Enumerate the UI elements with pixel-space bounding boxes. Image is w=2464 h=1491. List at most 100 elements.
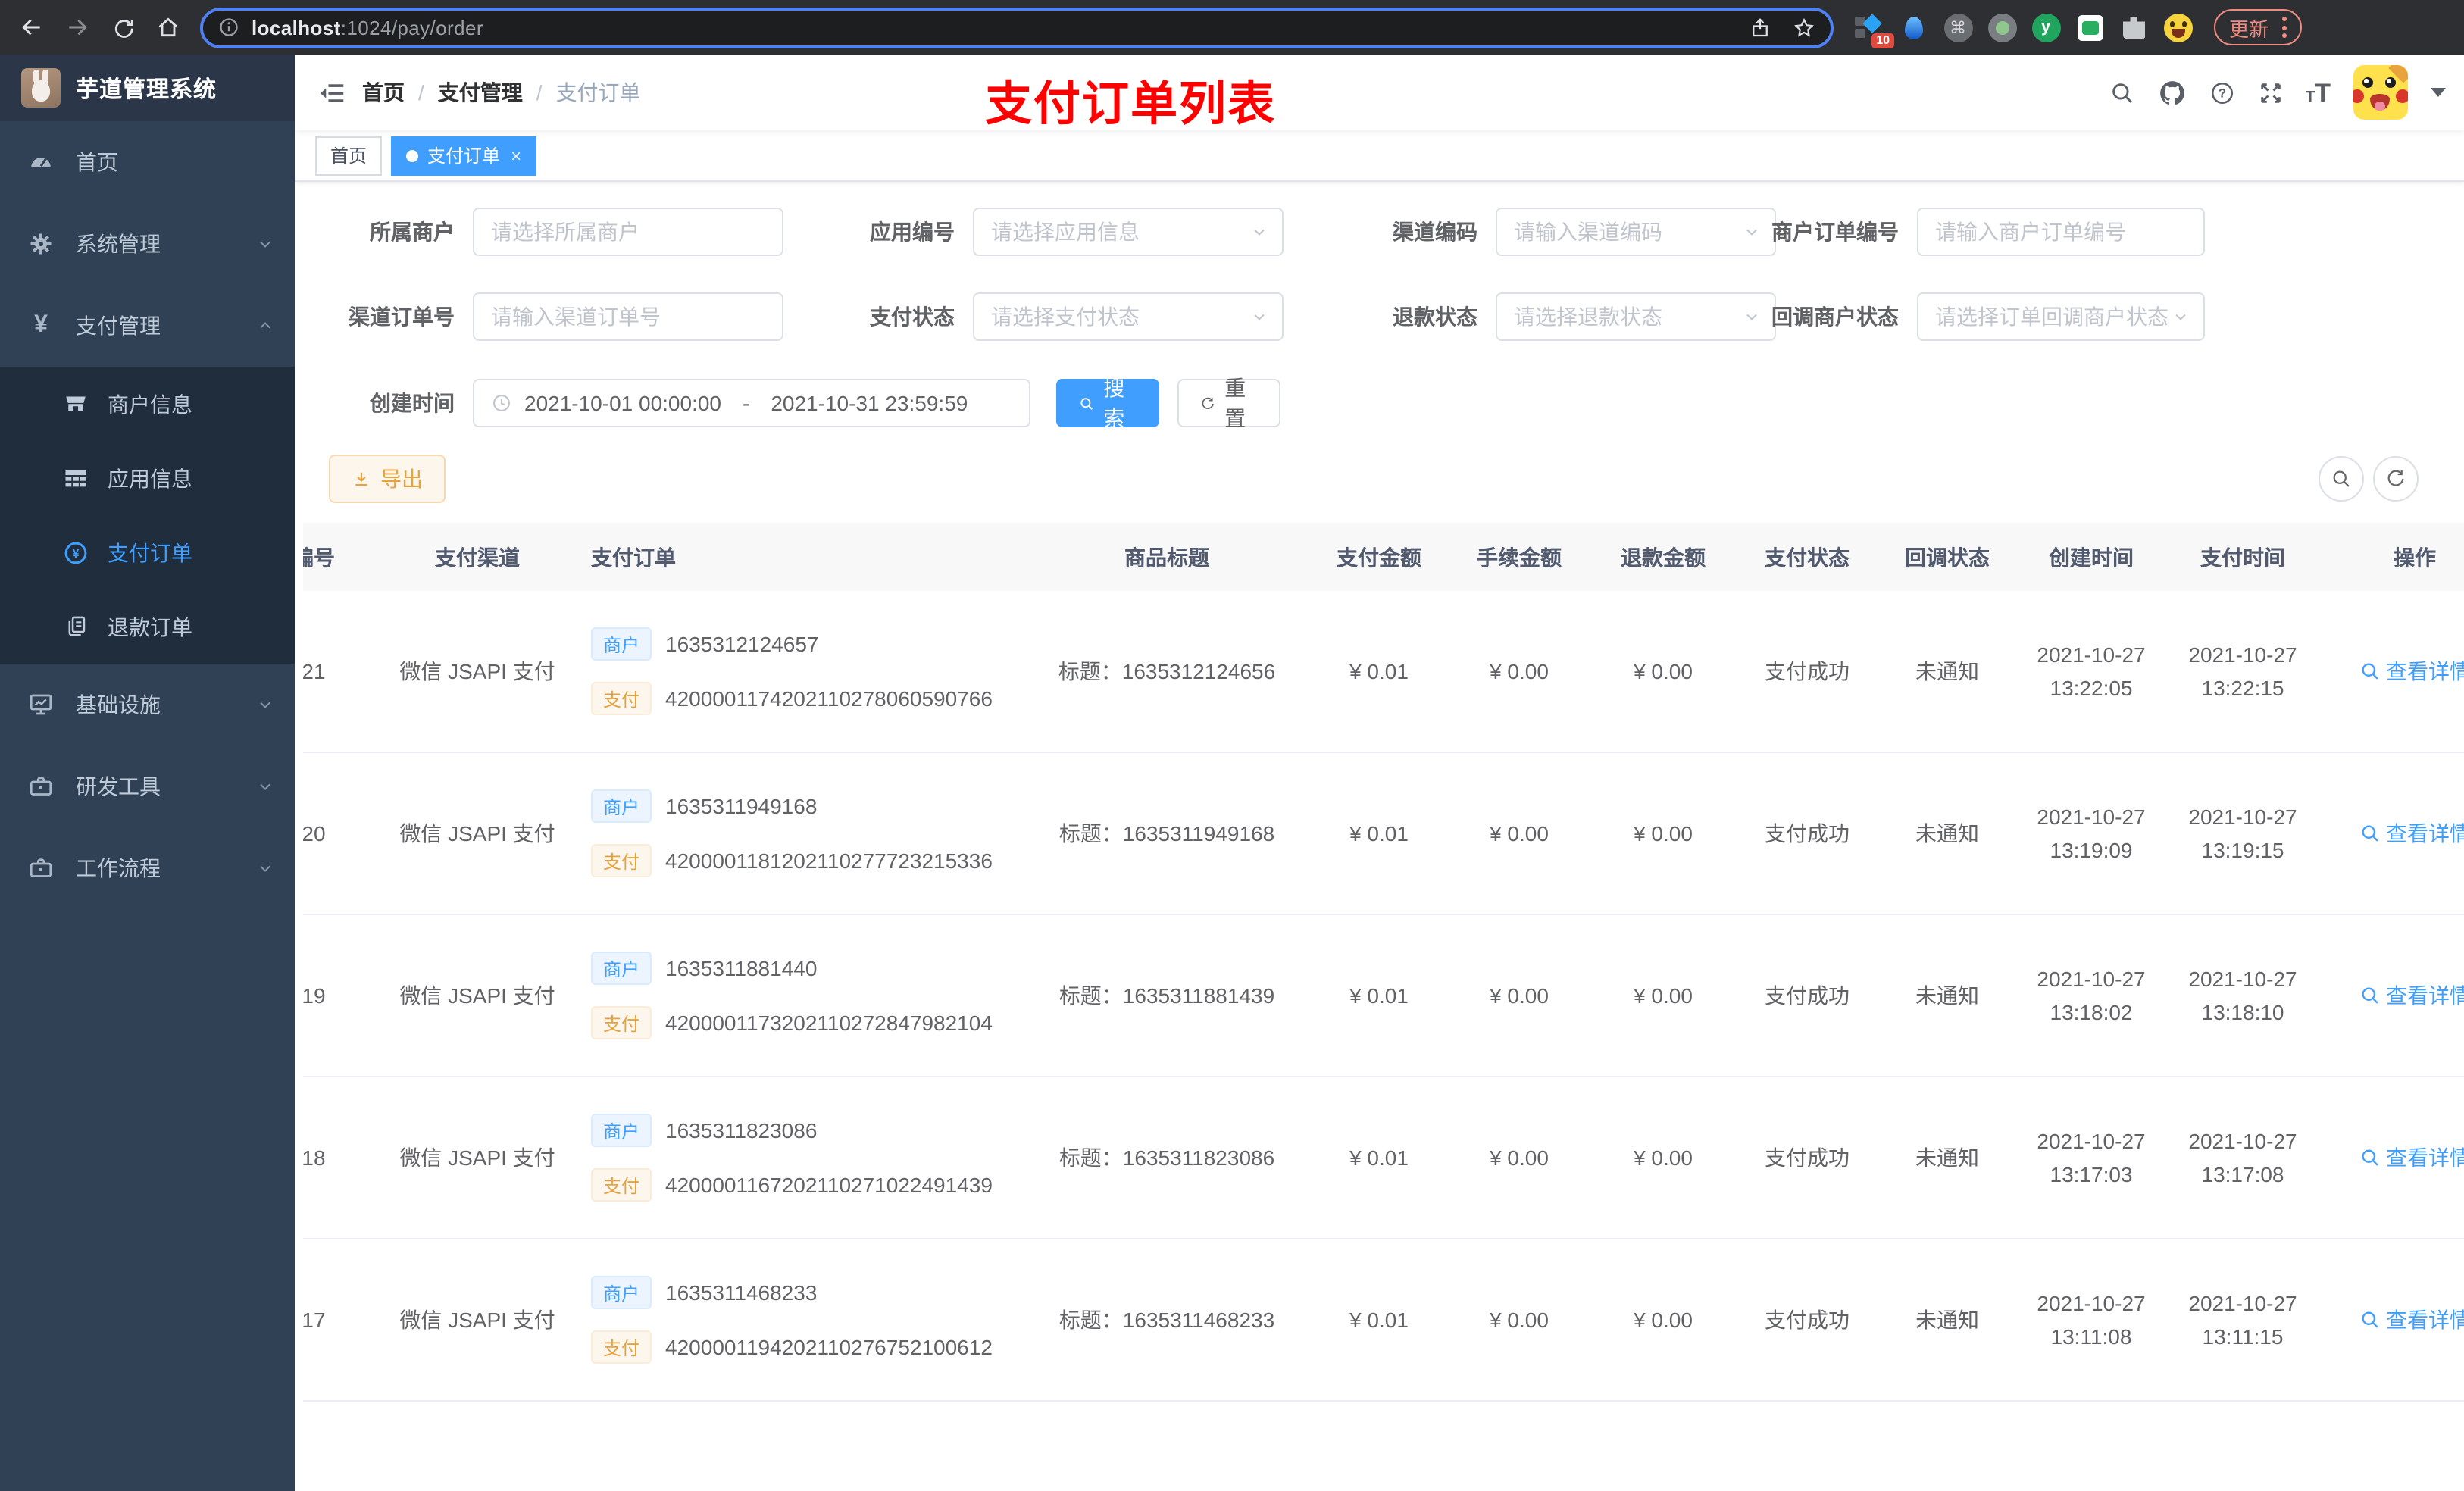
- refund-amount: ¥ 0.00: [1634, 821, 1693, 846]
- pay-channel: 微信 JSAPI 支付: [399, 821, 555, 846]
- merchant-tag: 商户: [591, 627, 652, 661]
- breadcrumb: 首页 / 支付管理 / 支付订单: [362, 77, 641, 108]
- question-icon: ?: [2210, 81, 2233, 104]
- sidebar-item-system[interactable]: 系统管理: [0, 203, 295, 285]
- refund-amount: ¥ 0.00: [1634, 1146, 1693, 1170]
- sidebar-item-app-info[interactable]: 应用信息: [0, 441, 295, 515]
- fullscreen-icon: [2260, 83, 2280, 102]
- fee-amount: ¥ 0.00: [1490, 1146, 1549, 1170]
- order-id: 18: [303, 1146, 326, 1170]
- sidebar-collapse-button[interactable]: [318, 78, 347, 107]
- bookmark-star-icon[interactable]: [1793, 16, 1815, 39]
- breadcrumb-pay[interactable]: 支付管理: [438, 77, 523, 108]
- tag-close-icon[interactable]: ×: [511, 145, 521, 166]
- breadcrumb-current: 支付订单: [555, 80, 641, 105]
- merchant-tag: 商户: [591, 789, 652, 823]
- search-button[interactable]: 搜索: [1056, 376, 1159, 430]
- notify-status: 未通知: [1915, 1308, 1979, 1332]
- active-dot: [406, 149, 419, 161]
- browser-reload-button[interactable]: [103, 8, 142, 47]
- site-info-icon: [220, 18, 238, 36]
- pay-date: 2021-10-27: [2188, 1129, 2297, 1153]
- browser-back-button[interactable]: [12, 8, 52, 47]
- product-title: 标题：1635311881439: [1058, 983, 1275, 1008]
- extension-chat-icon[interactable]: [2075, 12, 2105, 42]
- filter-label: 退款状态: [1393, 305, 1477, 329]
- tag-pay-order[interactable]: 支付订单 ×: [391, 136, 537, 175]
- export-button[interactable]: 导出: [329, 455, 446, 503]
- create-time: 13:17:03: [2050, 1162, 2133, 1186]
- browser-menu-icon[interactable]: [2282, 17, 2287, 38]
- toggle-search-button[interactable]: [2319, 456, 2364, 502]
- reset-button[interactable]: 重置: [1177, 376, 1280, 430]
- merchant-order-no-input[interactable]: [1917, 208, 2205, 256]
- sidebar-item-pay[interactable]: ¥ 支付管理: [0, 285, 295, 367]
- extensions-puzzle-icon[interactable]: [2118, 12, 2149, 42]
- shop-icon: [61, 390, 91, 417]
- sidebar-item-dev-tools[interactable]: 研发工具: [0, 746, 295, 827]
- extension-y-icon[interactable]: y: [2031, 12, 2061, 42]
- app-select[interactable]: 请选择应用信息: [973, 208, 1284, 256]
- avatar-caret-icon[interactable]: [2431, 88, 2446, 97]
- sidebar: 芋道管理系统 首页 系统管理 ¥ 支付管理 商户信息 应用信息 ¥ 支付订单 退…: [0, 55, 295, 1491]
- help-button[interactable]: ?: [2209, 80, 2234, 105]
- header-search-button[interactable]: [2109, 80, 2134, 105]
- extension-command-icon[interactable]: ⌘: [1943, 12, 1973, 42]
- table-row: 18 微信 JSAPI 支付 商户 1635311823086 支付 42000…: [303, 1077, 2464, 1239]
- sidebar-item-infra[interactable]: 基础设施: [0, 664, 295, 746]
- view-detail-link[interactable]: 查看详情: [2359, 1305, 2464, 1335]
- merchant-tag: 商户: [591, 1114, 652, 1147]
- sidebar-item-home[interactable]: 首页: [0, 121, 295, 203]
- sidebar-item-refund-order[interactable]: 退款订单: [0, 589, 295, 664]
- filter-label: 回调商户状态: [1771, 305, 1899, 329]
- github-button[interactable]: [2157, 78, 2186, 107]
- view-detail-link[interactable]: 查看详情: [2359, 818, 2464, 849]
- notify-status-select[interactable]: 请选择订单回调商户状态: [1917, 292, 2205, 341]
- date-range-input[interactable]: 2021-10-01 00:00:00 - 2021-10-31 23:59:5…: [473, 379, 1030, 427]
- pay-tag: 支付: [591, 1168, 652, 1202]
- create-date: 2021-10-27: [2037, 1291, 2146, 1315]
- chevron-down-icon: [256, 859, 274, 877]
- browser-update-button[interactable]: 更新: [2214, 9, 2303, 45]
- table-row: 17 微信 JSAPI 支付 商户 1635311468233 支付 42000…: [303, 1239, 2464, 1402]
- user-avatar[interactable]: [2353, 65, 2408, 120]
- extension-gem-icon[interactable]: [1899, 12, 1929, 42]
- filter-notify-status: 回调商户状态 请选择订单回调商户状态: [1720, 292, 2205, 341]
- browser-profile-avatar[interactable]: [2162, 12, 2193, 42]
- sidebar-item-label: 首页: [76, 150, 118, 174]
- refresh-table-button[interactable]: [2373, 456, 2419, 502]
- sidebar-submenu-pay: 商户信息 应用信息 ¥ 支付订单 退款订单: [0, 367, 295, 664]
- table-header: 编号 支付渠道 支付订单 商品标题 支付金额 手续金额 退款金额 支付状态 回调…: [303, 523, 2464, 591]
- forward-icon: [69, 19, 87, 36]
- extension-pinned-icon[interactable]: 10: [1855, 12, 1894, 48]
- channel-order-no-input[interactable]: [473, 292, 783, 341]
- filter-label: 商户订单编号: [1771, 220, 1899, 244]
- filter-pay-status: 支付状态 请选择支付状态: [796, 292, 1284, 341]
- view-detail-link[interactable]: 查看详情: [2359, 1142, 2464, 1173]
- filter-label: 创建时间: [370, 391, 455, 415]
- col-fee: 手续金额: [1477, 545, 1562, 569]
- sidebar-item-merchant-info[interactable]: 商户信息: [0, 367, 295, 441]
- col-create-time: 创建时间: [2049, 545, 2134, 569]
- pay-tag: 支付: [591, 1006, 652, 1039]
- sidebar-item-workflow[interactable]: 工作流程: [0, 827, 295, 909]
- svg-text:?: ?: [2218, 86, 2225, 100]
- view-detail-link[interactable]: 查看详情: [2359, 656, 2464, 686]
- sidebar-item-pay-order[interactable]: ¥ 支付订单: [0, 515, 295, 589]
- fullscreen-button[interactable]: [2257, 80, 2283, 105]
- browser-forward-button[interactable]: [58, 8, 97, 47]
- view-detail-link[interactable]: 查看详情: [2359, 980, 2464, 1011]
- share-icon[interactable]: [1749, 16, 1771, 39]
- merchant-tag: 商户: [591, 1276, 652, 1309]
- sidebar-logo[interactable]: 芋道管理系统: [0, 55, 295, 121]
- browser-home-button[interactable]: [149, 8, 188, 47]
- pay-date: 2021-10-27: [2188, 967, 2297, 991]
- breadcrumb-home[interactable]: 首页: [362, 77, 405, 108]
- extension-recorder-icon[interactable]: [1987, 12, 2017, 42]
- tag-home[interactable]: 首页: [315, 136, 383, 175]
- font-size-button[interactable]: TT: [2306, 80, 2331, 105]
- merchant-order-no: 1635311881440: [665, 956, 818, 980]
- merchant-input[interactable]: [473, 208, 783, 256]
- pay-status-select[interactable]: 请选择支付状态: [973, 292, 1284, 341]
- url-bar[interactable]: localhost:1024/pay/order: [200, 7, 1834, 48]
